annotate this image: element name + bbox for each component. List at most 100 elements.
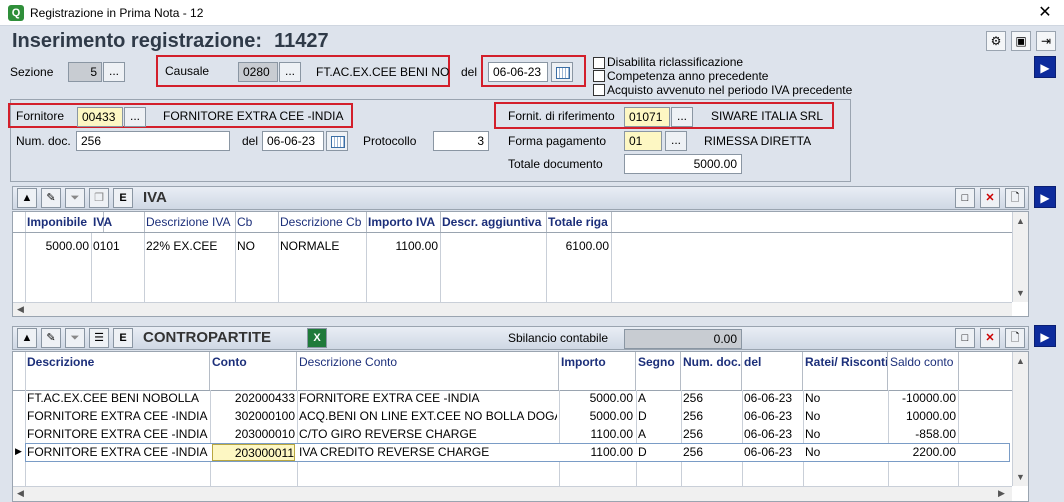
numdoc-date-field[interactable]: 06-06-23 — [262, 131, 324, 151]
calendar-icon[interactable] — [551, 62, 573, 82]
iva-vertical-scrollbar[interactable]: ▲ ▼ — [1012, 212, 1028, 302]
cp-row1-descrizione-conto[interactable]: FORNITORE EXTRA CEE -INDIA — [299, 389, 557, 407]
cp-scroll-left-icon[interactable]: ◀ — [17, 488, 24, 499]
iva-row-descr-aggiuntiva[interactable] — [442, 237, 542, 255]
numdoc-field[interactable]: 256 — [76, 131, 230, 151]
iva-row-descrizione[interactable]: 22% EX.CEE — [146, 237, 232, 255]
cp-row1-saldo[interactable]: -10000.00 — [890, 389, 956, 407]
scroll-down-icon[interactable]: ▼ — [1016, 288, 1025, 298]
copy-icon[interactable]: ❐ — [89, 188, 109, 208]
contropartite-filter-icon[interactable]: ⏷ — [65, 328, 85, 348]
pagamento-lookup-button[interactable]: ... — [665, 131, 687, 151]
cp-row2-del[interactable]: 06-06-23 — [744, 407, 800, 425]
cp-scroll-down-icon[interactable]: ▼ — [1016, 472, 1025, 482]
scroll-left-icon[interactable]: ◀ — [17, 304, 24, 315]
cp-row4-conto[interactable]: 203000011 — [212, 444, 295, 461]
causale-lookup-button[interactable]: ... — [279, 62, 301, 82]
cp-row1-descrizione[interactable]: FT.AC.EX.CEE BENI NOBOLLA — [27, 389, 209, 407]
numdoc-calendar-icon[interactable] — [326, 131, 348, 151]
pagamento-code-field[interactable]: 01 — [624, 131, 662, 151]
cp-row2-importo[interactable]: 5000.00 — [561, 407, 633, 425]
contropartite-grid[interactable]: Descrizione Conto Descrizione Conto Impo… — [12, 351, 1029, 502]
causale-code-field[interactable]: 0280 — [238, 62, 278, 82]
cp-row1-conto[interactable]: 202000433 — [212, 389, 295, 407]
fornitore-rif-lookup-button[interactable]: ... — [671, 107, 693, 127]
cp-row3-saldo[interactable]: -858.00 — [890, 425, 956, 443]
iva-col-descrizione-cb[interactable]: Descrizione Cb — [278, 212, 367, 232]
cp-row1-importo[interactable]: 5000.00 — [561, 389, 633, 407]
contropartite-new-icon[interactable]: 🗋 — [1005, 328, 1025, 348]
save-icon[interactable]: ▣ — [1011, 31, 1031, 51]
contropartite-horizontal-scrollbar[interactable]: ◀ ▶ — [13, 486, 1012, 501]
contropartite-up-icon[interactable]: ▲ — [17, 328, 37, 348]
cp-row4-descrizione-conto[interactable]: IVA CREDITO REVERSE CHARGE — [299, 443, 557, 461]
contropartite-expand-icon[interactable]: ▶ — [1034, 325, 1056, 347]
sezione-field[interactable]: 5 — [68, 62, 102, 82]
contropartite-delete-icon[interactable]: ✕ — [980, 328, 1000, 348]
contropartite-window-icon[interactable]: □ — [955, 328, 975, 348]
cp-col-saldo[interactable]: Saldo conto — [888, 352, 959, 390]
iva-row-iva[interactable]: 0101 — [93, 237, 141, 255]
cp-row2-descrizione[interactable]: FORNITORE EXTRA CEE -INDIA — [27, 407, 209, 425]
iva-row-totale[interactable]: 6100.00 — [548, 237, 609, 255]
contropartite-vertical-scrollbar[interactable]: ▲ ▼ — [1012, 352, 1028, 486]
previous-vat-period-checkbox[interactable] — [593, 84, 605, 96]
cp-row1-del[interactable]: 06-06-23 — [744, 389, 800, 407]
exit-icon[interactable]: ⇥ — [1036, 31, 1056, 51]
cp-row3-descrizione-conto[interactable]: C/TO GIRO REVERSE CHARGE — [299, 425, 557, 443]
cp-row3-del[interactable]: 06-06-23 — [744, 425, 800, 443]
cp-row1-ratei[interactable]: No — [805, 389, 885, 407]
filter-icon[interactable]: ⏷ — [65, 188, 85, 208]
cp-row4-numdoc[interactable]: 256 — [683, 443, 739, 461]
iva-new-icon[interactable]: 🗋 — [1005, 188, 1025, 208]
iva-row-importo[interactable]: 1100.00 — [368, 237, 439, 255]
export-icon[interactable]: E — [113, 188, 133, 208]
iva-row-imponibile[interactable]: 5000.00 — [27, 237, 89, 255]
edit-icon[interactable]: ✎ — [41, 188, 61, 208]
cp-row2-saldo[interactable]: 10000.00 — [890, 407, 956, 425]
iva-horizontal-scrollbar[interactable]: ◀ — [13, 302, 1012, 316]
iva-col-totale[interactable]: Totale riga — [546, 212, 612, 232]
contropartite-edit-icon[interactable]: ✎ — [41, 328, 61, 348]
cp-col-descrizione[interactable]: Descrizione — [25, 352, 210, 390]
cp-col-numdoc[interactable]: Num. doc. — [681, 352, 742, 390]
cp-row3-descrizione[interactable]: FORNITORE EXTRA CEE -INDIA — [27, 425, 209, 443]
cp-row3-segno[interactable]: A — [638, 425, 678, 443]
iva-col-iva[interactable]: IVA — [91, 212, 145, 232]
scroll-up-icon[interactable]: ▲ — [1016, 216, 1025, 226]
cp-row4-importo[interactable]: 1100.00 — [561, 443, 634, 461]
fornitore-lookup-button[interactable]: ... — [124, 107, 146, 127]
cp-col-importo[interactable]: Importo — [559, 352, 636, 390]
cp-row1-numdoc[interactable]: 256 — [683, 389, 739, 407]
cp-row4-segno[interactable]: D — [638, 443, 678, 461]
cp-row2-numdoc[interactable]: 256 — [683, 407, 739, 425]
cp-scroll-up-icon[interactable]: ▲ — [1016, 356, 1025, 366]
cp-col-ratei[interactable]: Ratei/ Risconti — [803, 352, 888, 390]
cp-col-segno[interactable]: Segno — [636, 352, 681, 390]
cp-col-descrizione-conto[interactable]: Descrizione Conto — [297, 352, 559, 390]
shield-icon[interactable]: ⚙ — [986, 31, 1006, 51]
cp-row4-descrizione[interactable]: FORNITORE EXTRA CEE -INDIA — [27, 443, 209, 461]
collapse-up-icon[interactable]: ▲ — [17, 188, 37, 208]
iva-delete-icon[interactable]: ✕ — [980, 188, 1000, 208]
cp-row3-ratei[interactable]: No — [805, 425, 885, 443]
cp-col-del[interactable]: del — [742, 352, 803, 390]
iva-window-icon[interactable]: □ — [955, 188, 975, 208]
causale-date-field[interactable]: 06-06-23 — [488, 62, 548, 82]
cp-row3-importo[interactable]: 1100.00 — [561, 425, 634, 443]
fornitore-rif-code-field[interactable]: 01071 — [624, 107, 670, 127]
cp-row2-ratei[interactable]: No — [805, 407, 885, 425]
cp-row1-segno[interactable]: A — [638, 389, 678, 407]
iva-row-descrizione-cb[interactable]: NORMALE — [280, 237, 364, 255]
cp-row4-saldo[interactable]: 2200.00 — [890, 443, 956, 461]
close-window-button[interactable]: ✕ — [1030, 2, 1060, 24]
cp-col-conto[interactable]: Conto — [210, 352, 297, 390]
previous-year-checkbox[interactable] — [593, 70, 605, 82]
fornitore-code-field[interactable]: 00433 — [77, 107, 123, 127]
cp-row3-numdoc[interactable]: 256 — [683, 425, 739, 443]
contropartite-export-icon[interactable]: E — [113, 328, 133, 348]
iva-col-importo[interactable]: Importo IVA — [366, 212, 441, 232]
cp-row2-descrizione-conto[interactable]: ACQ.BENI ON LINE EXT.CEE NO BOLLA DOGA — [299, 407, 557, 425]
totale-field[interactable]: 5000.00 — [624, 154, 742, 174]
cp-row2-segno[interactable]: D — [638, 407, 678, 425]
